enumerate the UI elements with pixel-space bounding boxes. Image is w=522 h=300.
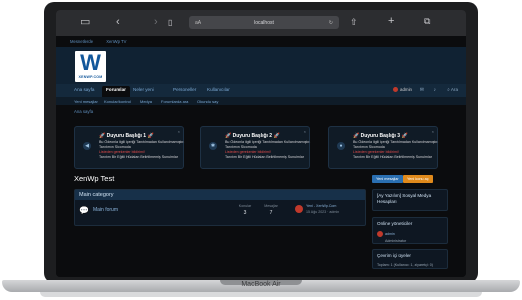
- notice-link[interactable]: Listeden gerekenler bildirimi!: [225, 150, 271, 154]
- notice-line: Bu Ödeonla ilgili içeriği Tanıtılmadan K…: [99, 140, 185, 144]
- forum-link[interactable]: Main forum: [93, 207, 118, 213]
- breadcrumb[interactable]: Ana sayfa: [74, 109, 93, 114]
- close-icon[interactable]: ×: [432, 129, 434, 134]
- online-staff-title[interactable]: Online yöneticiler: [373, 218, 447, 230]
- share-icon[interactable]: ⇧: [350, 17, 358, 28]
- tabs-icon[interactable]: ⧉: [424, 16, 430, 27]
- logo-text: XENWP.COM: [78, 75, 103, 79]
- category-title[interactable]: Main category: [75, 190, 365, 200]
- staff-role: Administrator: [385, 239, 407, 243]
- new-posts-button[interactable]: Yeni mesajlar: [372, 175, 403, 183]
- notice-line: Bu Ödeonla ilgili içeriği Tanıtılmadan K…: [353, 140, 439, 144]
- search-button[interactable]: ⌕ Ara: [447, 87, 458, 92]
- notice-card-2: ✱ 🚀 Duyuru Başlığı 2 🚀 Bu Ödeonla ilgili…: [200, 126, 310, 169]
- close-icon[interactable]: ×: [178, 129, 180, 134]
- notice-line: Tanıtım Bir Eğitli Hüdalan Belirtilmemiş…: [353, 155, 432, 159]
- notice-line: Tanıtım Bir Eğitli Hüdalan Belirtilmemiş…: [225, 155, 304, 159]
- inbox-icon[interactable]: ✉: [420, 87, 424, 93]
- notice-title: 🚀 Duyuru Başlığı 3 🚀: [353, 133, 408, 139]
- notice-line: Tanıtımın Sicomoda: [99, 145, 131, 149]
- subnav-threads[interactable]: Konular/kontrol: [104, 99, 131, 104]
- threads-count: 3: [243, 210, 247, 216]
- online-members-stats: Toplam: 1 (Kullanıcı: 1, ziyaretçi: 0): [377, 263, 433, 267]
- megaphone-icon: ◀: [83, 142, 91, 150]
- nav-members[interactable]: Kullanıcılar: [207, 87, 230, 92]
- notice-line: Tanıtım Bir Eğitli Hüdalan Belirtilmemiş…: [99, 155, 178, 159]
- nav-home[interactable]: Ana sayfa: [74, 87, 94, 92]
- social-box: [Ay Yazılım] Sosyal Medya Hesapları: [372, 189, 448, 211]
- site-logo[interactable]: W XENWP.COM: [75, 51, 106, 82]
- reload-icon[interactable]: ↻: [329, 20, 333, 26]
- avatar: [377, 231, 383, 237]
- address-text: localhost: [254, 19, 274, 26]
- notice-card-3: ● 🚀 Duyuru Başlığı 3 🚀 Bu Ödeonla ilgili…: [328, 126, 438, 169]
- logo-letter: W: [80, 50, 101, 75]
- staff-name: admin: [385, 231, 395, 236]
- back-icon[interactable]: ‹: [116, 17, 120, 28]
- threads-label: Konular: [238, 204, 252, 208]
- subnav-mark-read[interactable]: Okundu say: [197, 99, 218, 104]
- subnav-search[interactable]: Forumlarda ara: [161, 99, 188, 104]
- search-label: Ara: [450, 87, 458, 92]
- avatar: [393, 87, 399, 93]
- messages-count: 7: [269, 210, 273, 216]
- subnav-new-posts[interactable]: Yeni mesajlar: [74, 99, 98, 104]
- browser-toolbar: ▭ ‹ › ▯ aA localhost ↻ ⇧ + ⧉: [56, 10, 466, 36]
- forum-icon: 💬: [79, 206, 89, 215]
- nav-staff[interactable]: Personeller: [173, 87, 196, 92]
- address-bar[interactable]: aA localhost ↻: [189, 16, 339, 29]
- laptop-shadow: [40, 292, 482, 297]
- last-post-meta: 15 Ağu 2023 · admin: [306, 210, 340, 214]
- user-menu[interactable]: admin: [393, 87, 412, 93]
- last-post-title[interactable]: Yeni - XenWp.Com: [306, 204, 336, 208]
- device-label: MacBook Air: [241, 281, 281, 288]
- bell-icon[interactable]: ♪: [434, 87, 437, 93]
- messages-label: Mesajlar: [264, 204, 278, 208]
- forward-icon[interactable]: ›: [154, 17, 158, 28]
- avatar[interactable]: [295, 205, 303, 213]
- forum-page: Mesnetlerde XenWp TV W XENWP.COM Ana say…: [56, 36, 466, 277]
- new-thread-button[interactable]: Yeni konu aç: [403, 175, 433, 183]
- sub-nav: Yeni mesajlar Konular/kontrol Medya Foru…: [56, 97, 466, 105]
- book-icon[interactable]: ▯: [168, 17, 172, 28]
- online-members-box: Çevrim içi üyeler Toplam: 1 (Kullanıcı: …: [372, 249, 448, 269]
- close-icon[interactable]: ×: [304, 129, 306, 134]
- new-tab-icon[interactable]: +: [388, 16, 394, 27]
- notice-link[interactable]: Listeden gerekenler bildirimi!: [353, 150, 399, 154]
- sidebar-icon[interactable]: ▭: [80, 17, 90, 28]
- notice-card-1: ◀ 🚀 Duyuru Başlığı 1 🚀 Bu Ödeonla ilgili…: [74, 126, 184, 169]
- subnav-media[interactable]: Medya: [140, 99, 152, 104]
- staff-row[interactable]: admin: [373, 230, 447, 238]
- top-link[interactable]: XenWp TV: [106, 39, 126, 44]
- nav-forums[interactable]: Forumlar: [102, 86, 130, 97]
- social-box-title: [Ay Yazılım] Sosyal Medya Hesapları: [377, 193, 432, 204]
- notice-line: Tanıtımın Sicomoda: [225, 145, 257, 149]
- notice-title: 🚀 Duyuru Başlığı 1 🚀: [99, 133, 154, 139]
- notice-title: 🚀 Duyuru Başlığı 2 🚀: [225, 133, 280, 139]
- site-header: [56, 47, 466, 84]
- user-name: admin: [400, 87, 412, 92]
- notice-line: Tanıtımın Sicomoda: [353, 145, 385, 149]
- users-icon: ●: [337, 142, 345, 150]
- online-staff-box: Online yöneticiler admin Administrator: [372, 217, 448, 244]
- online-members-title[interactable]: Çevrim içi üyeler: [373, 250, 447, 262]
- page-title: XenWp Test: [74, 174, 115, 183]
- notice-link[interactable]: Listeden gerekenler bildirimi!: [99, 150, 145, 154]
- category-block: Main category 💬 Main forum Konular 3 Mes…: [74, 189, 366, 226]
- nav-whats-new[interactable]: Neler yeni: [133, 87, 154, 92]
- notice-line: Bu Ödeonla ilgili içeriği Tanıtılmadan K…: [225, 140, 311, 144]
- screen: ▭ ‹ › ▯ aA localhost ↻ ⇧ + ⧉ Mesnetlerde…: [56, 10, 466, 277]
- top-links: Mesnetlerde XenWp TV: [70, 39, 138, 44]
- main-nav: Ana sayfa Forumlar Neler yeni Personelle…: [56, 84, 466, 97]
- settings-icon: ✱: [209, 142, 217, 150]
- top-link[interactable]: Mesnetlerde: [70, 39, 93, 44]
